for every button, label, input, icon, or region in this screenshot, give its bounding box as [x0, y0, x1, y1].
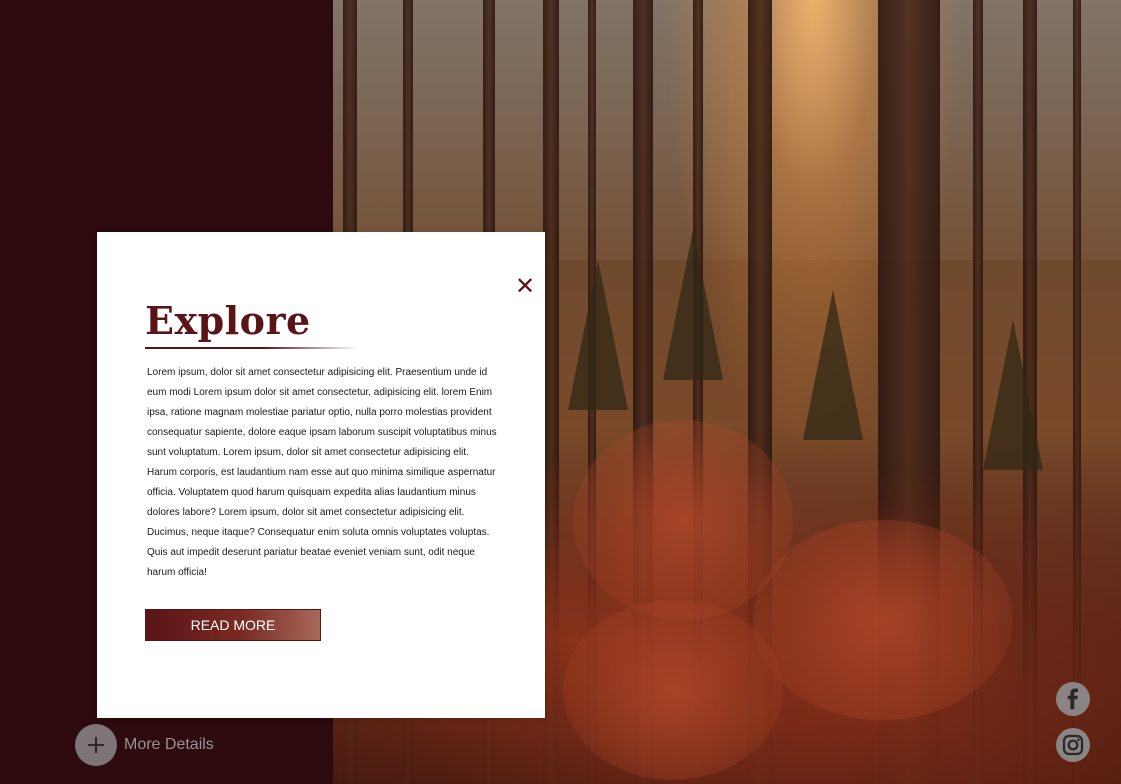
- modal-body-text: Lorem ipsum, dolor sit amet consectetur …: [147, 367, 497, 578]
- red-bush: [753, 520, 1013, 720]
- facebook-icon[interactable]: [1056, 682, 1090, 716]
- instagram-icon[interactable]: [1056, 728, 1090, 762]
- explore-modal: ✕ Explore Lorem ipsum, dolor sit amet co…: [97, 232, 545, 718]
- pine-tree: [803, 290, 863, 440]
- more-details-label[interactable]: More Details: [124, 736, 214, 754]
- title-underline: [145, 347, 359, 349]
- read-more-button[interactable]: READ MORE: [145, 609, 321, 641]
- page: ✕ Explore Lorem ipsum, dolor sit amet co…: [0, 0, 1121, 784]
- pine-tree: [663, 230, 723, 380]
- more-details-button[interactable]: More Details: [75, 724, 214, 766]
- plus-icon[interactable]: [75, 724, 117, 766]
- modal-title: Explore: [145, 298, 311, 343]
- close-icon[interactable]: ✕: [514, 274, 536, 298]
- pine-tree: [568, 260, 628, 410]
- red-bush: [563, 600, 783, 780]
